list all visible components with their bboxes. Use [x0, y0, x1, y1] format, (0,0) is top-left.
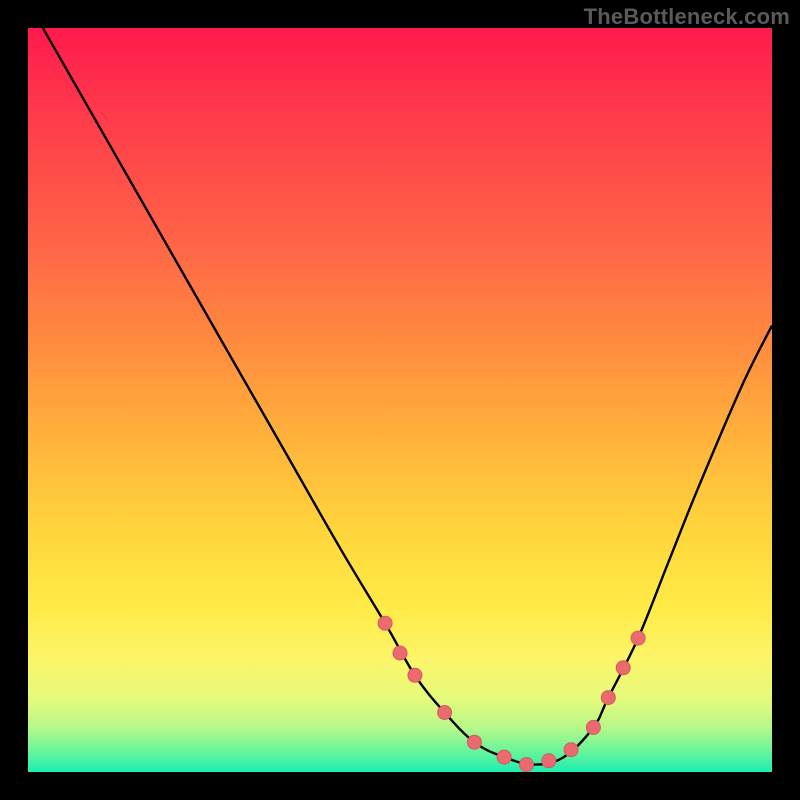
marker-point: [438, 706, 452, 720]
marker-point: [393, 646, 407, 660]
marker-point: [601, 691, 615, 705]
marker-point: [520, 758, 534, 772]
marker-point: [564, 743, 578, 757]
marker-point: [408, 668, 422, 682]
marker-point: [497, 750, 511, 764]
bottleneck-curve: [43, 28, 772, 765]
watermark-text: TheBottleneck.com: [584, 4, 790, 30]
marker-point: [631, 631, 645, 645]
chart-stage: TheBottleneck.com: [0, 0, 800, 800]
marker-point: [542, 754, 556, 768]
highlight-markers: [378, 616, 645, 771]
marker-point: [616, 661, 630, 675]
marker-point: [467, 735, 481, 749]
chart-svg: [28, 28, 772, 772]
marker-point: [378, 616, 392, 630]
marker-point: [586, 720, 600, 734]
plot-area: [28, 28, 772, 772]
